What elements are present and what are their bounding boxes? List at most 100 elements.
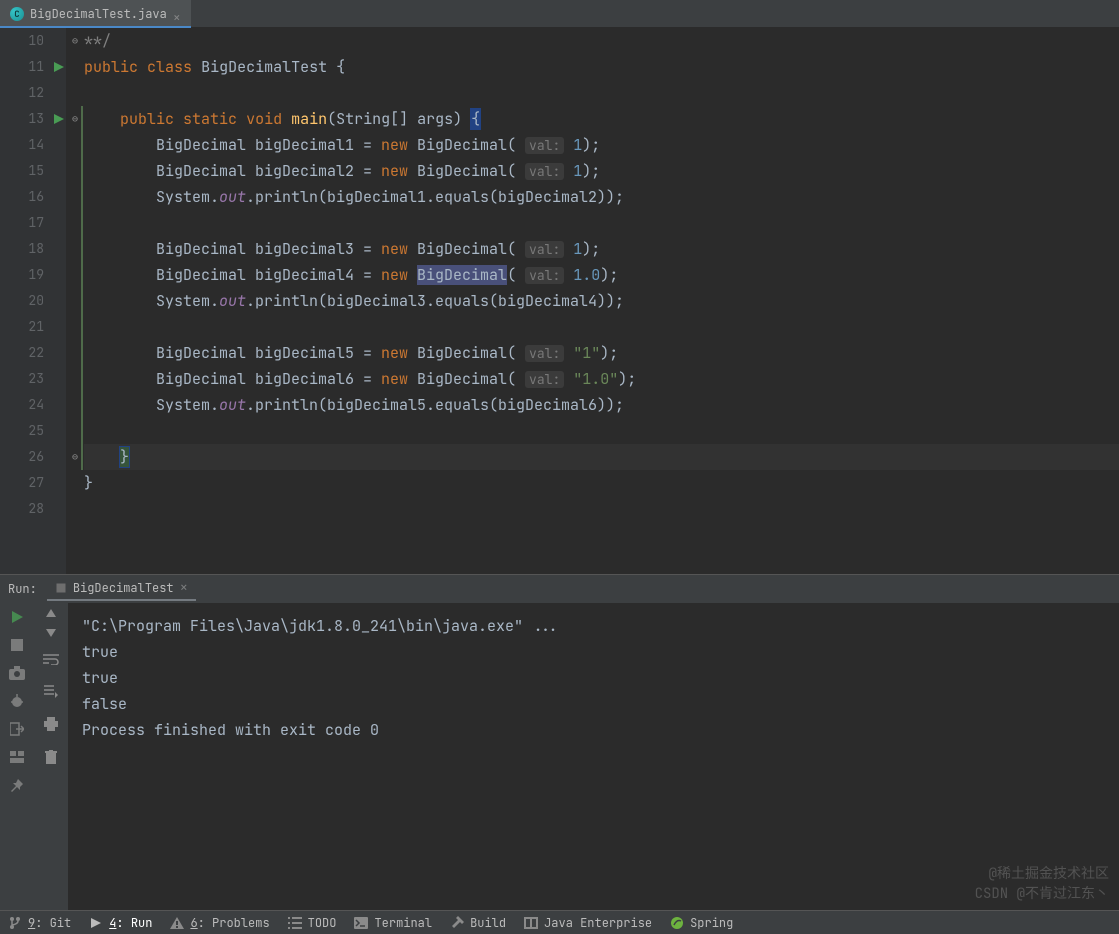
gutter-line: 19 (0, 262, 66, 288)
run-config-label: BigDecimalTest (73, 580, 174, 596)
editor[interactable]: 10⊖111213⊖14151617181920212223242526⊖272… (0, 28, 1119, 574)
branch-icon (8, 916, 22, 930)
build-tab[interactable]: Build (450, 915, 506, 931)
console-line: "C:\Program Files\Java\jdk1.8.0_241\bin\… (82, 613, 1105, 639)
status-item-label: Build (470, 915, 506, 931)
git-tab[interactable]: 9: Git (8, 915, 71, 931)
code-line[interactable]: System.out.println(bigDecimal5.equals(bi… (84, 392, 1119, 418)
spring-icon (670, 916, 684, 930)
code-line[interactable]: public static void main(String[] args) { (84, 106, 1119, 132)
gutter-line: 28 (0, 496, 66, 522)
status-item-label: 4: Run (109, 915, 152, 931)
gutter-line: 16 (0, 184, 66, 210)
wrap-button[interactable] (43, 649, 59, 670)
status-item-label: TODO (308, 915, 337, 931)
gutter-line: 12 (0, 80, 66, 106)
run-header: Run: BigDecimalTest × (0, 575, 1119, 603)
code-line[interactable]: } (84, 470, 1119, 496)
run-gutter-icon[interactable] (54, 114, 64, 124)
todo-tab[interactable]: TODO (288, 915, 337, 931)
console-line: false (82, 691, 1105, 717)
code-line[interactable] (84, 314, 1119, 340)
exit-button[interactable] (9, 721, 25, 737)
spring-tab[interactable]: Spring (670, 915, 733, 931)
gutter-line: 27 (0, 470, 66, 496)
run-toolbar-left2 (34, 603, 68, 910)
stop-button[interactable] (9, 637, 25, 653)
file-tab[interactable]: C BigDecimalTest.java (0, 0, 191, 27)
status-item-label: 9: Git (28, 915, 71, 931)
gutter-line: 14 (0, 132, 66, 158)
debug-button[interactable] (9, 693, 25, 709)
code-line[interactable]: System.out.println(bigDecimal3.equals(bi… (84, 288, 1119, 314)
gutter: 10⊖111213⊖14151617181920212223242526⊖272… (0, 28, 66, 574)
console-line: Process finished with exit code 0 (82, 717, 1105, 743)
console-output[interactable]: "C:\Program Files\Java\jdk1.8.0_241\bin\… (68, 603, 1119, 910)
pin-button[interactable] (9, 777, 25, 793)
up-button[interactable] (46, 609, 56, 617)
gutter-line: 22 (0, 340, 66, 366)
play-icon (89, 916, 103, 930)
console-line: true (82, 665, 1105, 691)
run-config-tab[interactable]: BigDecimalTest × (47, 577, 196, 601)
rerun-button[interactable] (9, 609, 25, 625)
jee-icon (524, 916, 538, 930)
warning-icon (170, 916, 184, 930)
clear-button[interactable] (45, 748, 57, 769)
gutter-line: 20 (0, 288, 66, 314)
code-line[interactable]: BigDecimal bigDecimal2 = new BigDecimal(… (84, 158, 1119, 184)
status-item-label: Terminal (374, 915, 432, 931)
watermark: @稀土掘金技术社区 CSDN @不肯过江东丶 (975, 864, 1109, 904)
layout-button[interactable] (9, 749, 25, 765)
run-config-icon (55, 582, 67, 594)
status-bar: 9: Git 4: Run 6: Problems TODO Terminal Build… (0, 910, 1119, 934)
code-line[interactable] (84, 418, 1119, 444)
gutter-line: 15 (0, 158, 66, 184)
gutter-line: 10⊖ (0, 28, 66, 54)
run-tool-window: Run: BigDecimalTest × "C:\Program Files\… (0, 574, 1119, 910)
console-line: true (82, 639, 1105, 665)
code-line[interactable] (84, 210, 1119, 236)
java-class-icon: C (10, 7, 24, 21)
java-enterprise-tab[interactable]: Java Enterprise (524, 915, 652, 931)
code-line[interactable]: BigDecimal bigDecimal5 = new BigDecimal(… (84, 340, 1119, 366)
code-line[interactable]: BigDecimal bigDecimal4 = new BigDecimal(… (84, 262, 1119, 288)
file-tab-bar: C BigDecimalTest.java (0, 0, 1119, 28)
down-button[interactable] (46, 629, 56, 637)
code-line[interactable]: public class BigDecimalTest { (84, 54, 1119, 80)
scroll-button[interactable] (44, 682, 58, 703)
code-line[interactable] (84, 80, 1119, 106)
dump-button[interactable] (9, 665, 25, 681)
file-tab-label: BigDecimalTest.java (30, 6, 167, 22)
problems-tab[interactable]: 6: Problems (170, 915, 269, 931)
run-tab[interactable]: 4: Run (89, 915, 152, 931)
code-line[interactable]: System.out.println(bigDecimal1.equals(bi… (84, 184, 1119, 210)
gutter-line: 11 (0, 54, 66, 80)
terminal-icon (354, 916, 368, 930)
code-area[interactable]: **/public class BigDecimalTest { public … (66, 28, 1119, 574)
code-line[interactable]: BigDecimal bigDecimal1 = new BigDecimal(… (84, 132, 1119, 158)
gutter-line: 26⊖ (0, 444, 66, 470)
gutter-line: 17 (0, 210, 66, 236)
code-line[interactable]: BigDecimal bigDecimal3 = new BigDecimal(… (84, 236, 1119, 262)
status-item-label: Spring (690, 915, 733, 931)
print-button[interactable] (44, 715, 58, 736)
run-gutter-icon[interactable] (54, 62, 64, 72)
gutter-line: 13⊖ (0, 106, 66, 132)
code-line[interactable]: BigDecimal bigDecimal6 = new BigDecimal(… (84, 366, 1119, 392)
run-toolbar-left (0, 603, 34, 910)
hammer-icon (450, 916, 464, 930)
gutter-line: 18 (0, 236, 66, 262)
close-icon[interactable] (173, 10, 181, 18)
code-line[interactable]: } (84, 444, 1119, 470)
code-line[interactable]: **/ (84, 28, 1119, 54)
close-icon[interactable]: × (180, 579, 188, 597)
terminal-tab[interactable]: Terminal (354, 915, 432, 931)
gutter-line: 24 (0, 392, 66, 418)
list-icon (288, 916, 302, 930)
status-item-label: Java Enterprise (544, 915, 652, 931)
status-item-label: 6: Problems (190, 915, 269, 931)
code-line[interactable] (84, 496, 1119, 522)
gutter-line: 23 (0, 366, 66, 392)
gutter-line: 21 (0, 314, 66, 340)
